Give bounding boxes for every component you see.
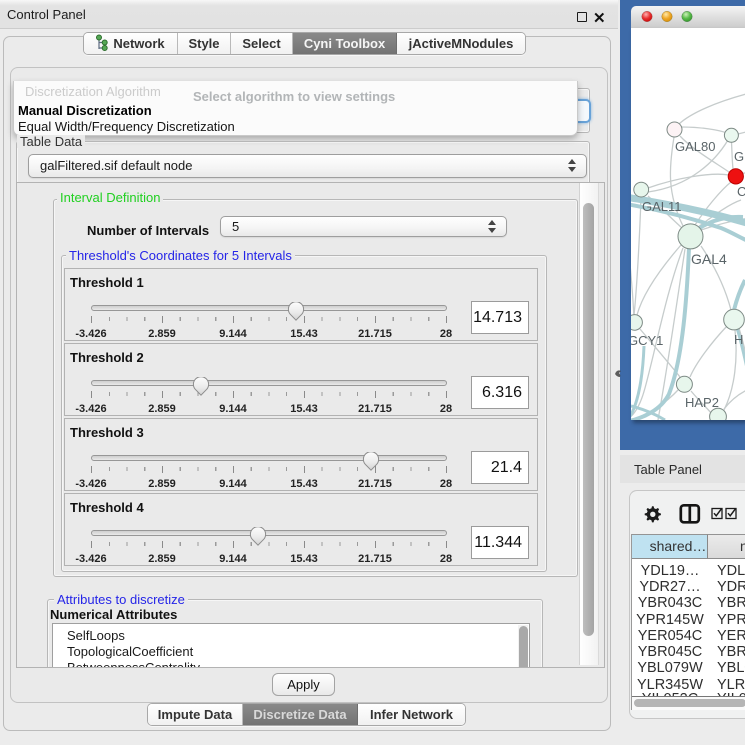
svg-text:GCY1: GCY1 (631, 333, 663, 348)
svg-text:GAL11: GAL11 (642, 199, 682, 214)
svg-text:GAL4: GAL4 (691, 251, 727, 267)
svg-text:H: H (734, 332, 743, 347)
svg-text:GAL80: GAL80 (675, 139, 715, 154)
svg-text:C: C (737, 184, 745, 199)
svg-text:G.: G. (734, 149, 745, 164)
svg-text:HAP2: HAP2 (685, 395, 719, 410)
